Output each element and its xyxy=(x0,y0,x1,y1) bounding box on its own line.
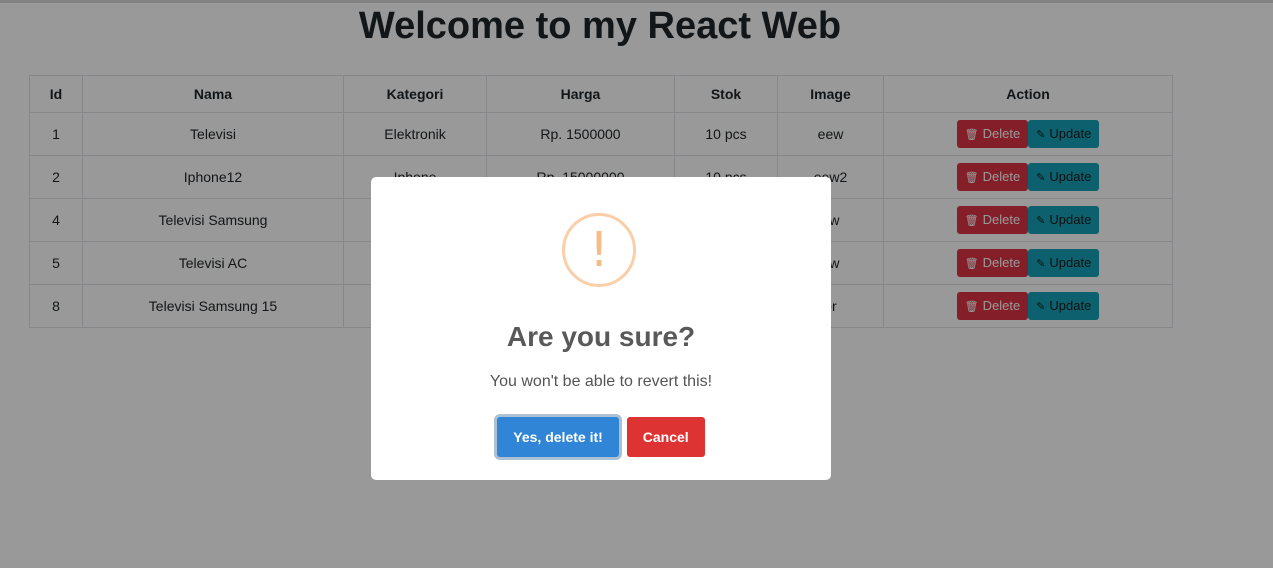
dialog-actions: Yes, delete it! Cancel xyxy=(371,417,831,457)
dialog-title: Are you sure? xyxy=(506,321,696,352)
confirm-delete-button[interactable]: Yes, delete it! xyxy=(497,417,619,457)
confirm-dialog: ! Are you sure? You won't be able to rev… xyxy=(371,177,831,480)
warning-icon: ! xyxy=(562,213,636,287)
dialog-message: You won't be able to revert this! xyxy=(489,373,713,390)
cancel-button[interactable]: Cancel xyxy=(626,417,705,457)
